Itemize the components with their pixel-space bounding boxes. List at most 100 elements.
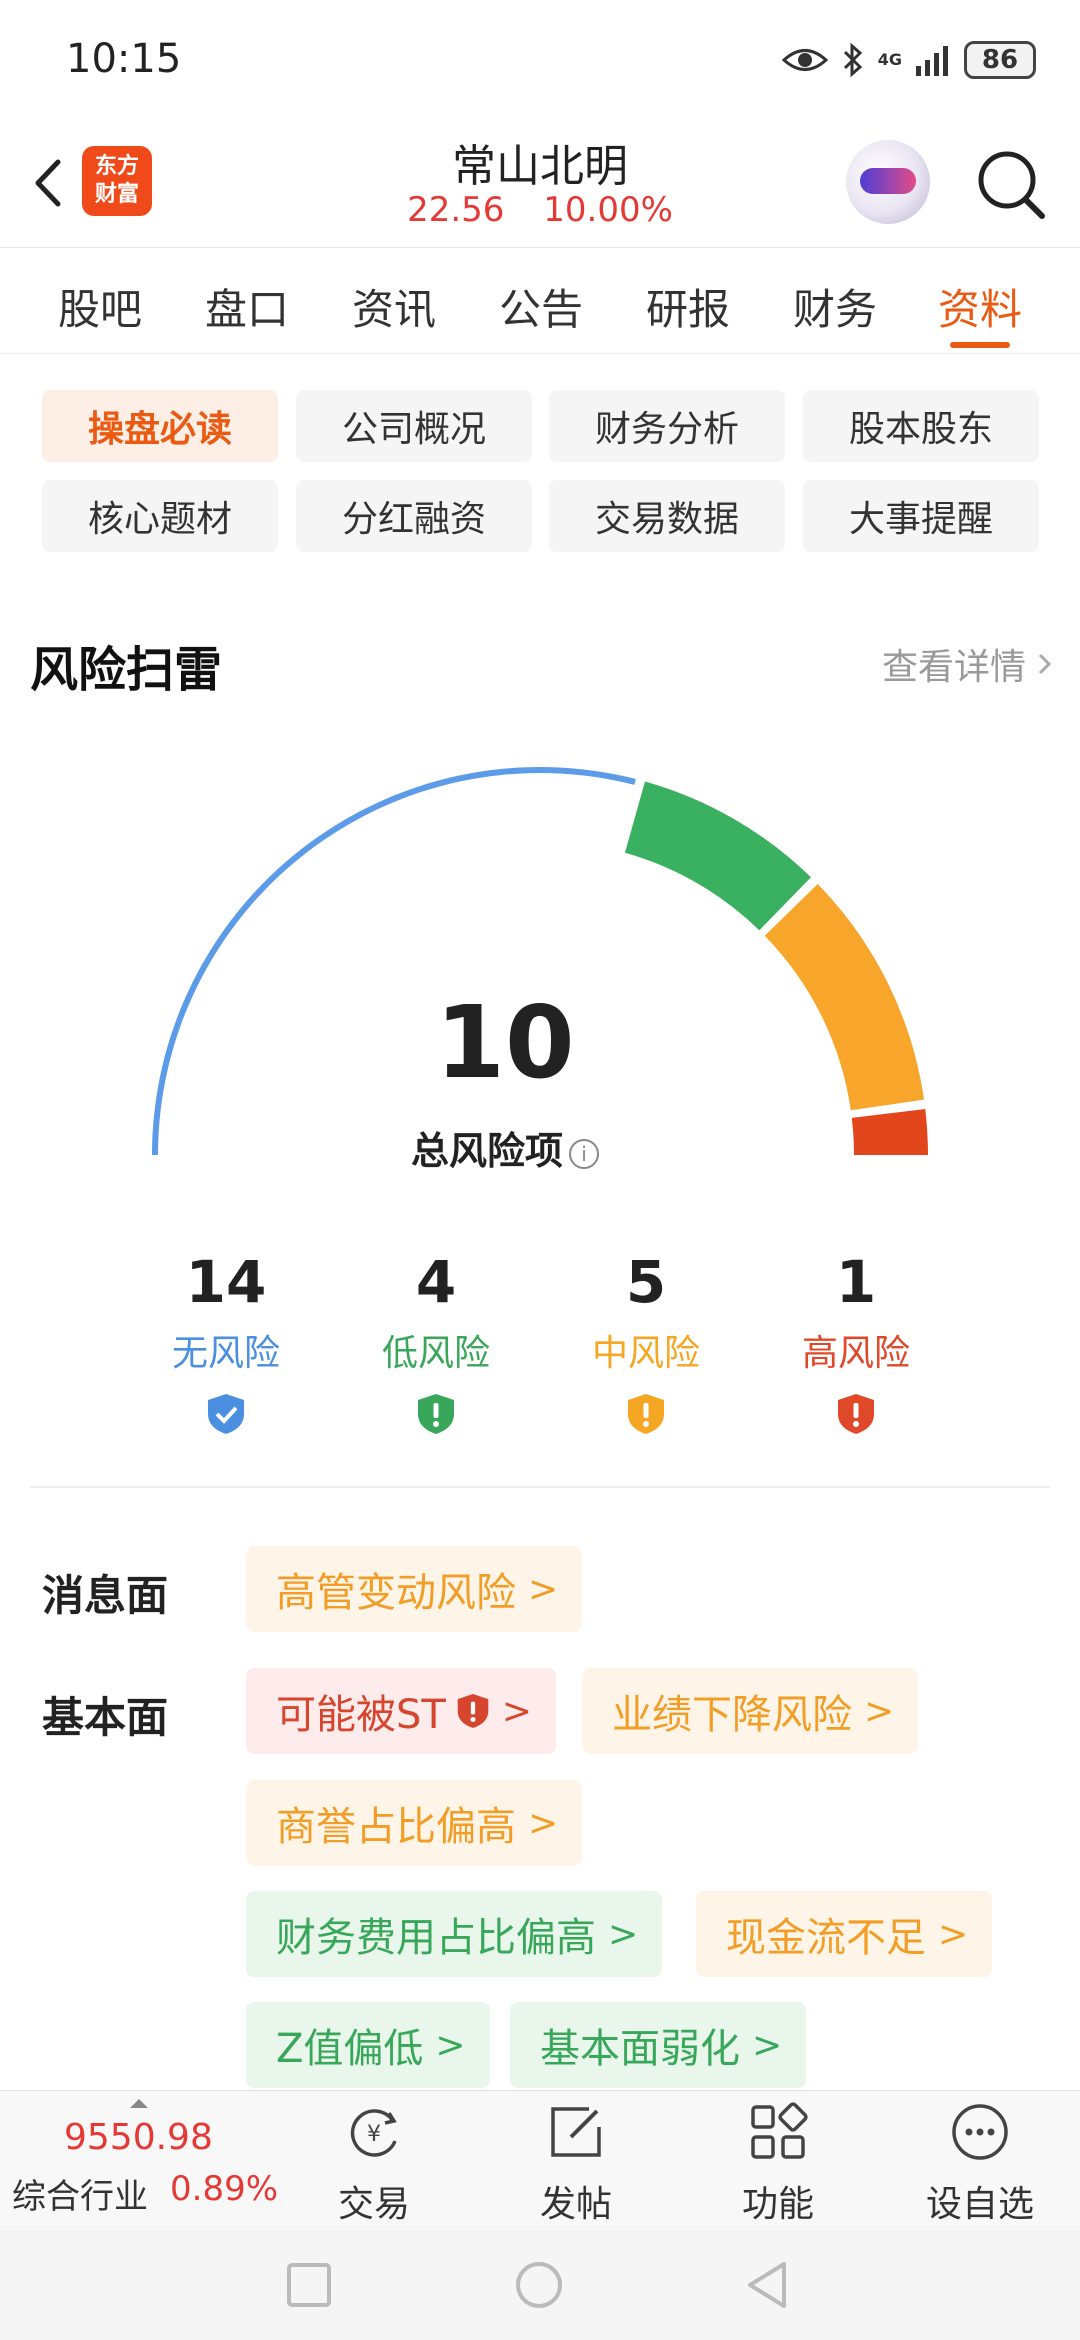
stat-no-risk-label: 无风险: [171, 1333, 280, 1374]
trade-yen-icon: ¥: [350, 2109, 397, 2157]
tab-pankou[interactable]: 盘口: [187, 276, 307, 337]
tag-may-be-st-text: 可能被ST: [276, 1692, 446, 1738]
chip-event-reminders[interactable]: 大事提醒: [803, 480, 1039, 552]
chevron-right-icon: >: [752, 2024, 783, 2066]
robot-visor-icon: [860, 168, 916, 194]
recents-icon[interactable]: [286, 2262, 332, 2308]
chip-company-overview[interactable]: 公司概况: [296, 390, 532, 462]
tag-executive-change-risk-text: 高管变动风险: [276, 1570, 516, 1616]
grid-apps-icon: [751, 2102, 808, 2159]
fundamentals-label: 基本面: [42, 1693, 169, 1742]
top-tab-bar: 股吧 盘口 资讯 公告 研报 财务 资料: [0, 248, 1080, 354]
stat-mid-risk-label: 中风险: [591, 1333, 700, 1374]
tag-earnings-decline-risk[interactable]: 业绩下降风险 >: [582, 1668, 919, 1754]
section-divider: [30, 1486, 1050, 1488]
tag-weak-fundamentals[interactable]: 基本面弱化 >: [510, 2002, 807, 2088]
functions-button[interactable]: 功能: [708, 2101, 848, 2227]
shield-alert-green-icon: [418, 1394, 454, 1434]
index-value[interactable]: 9550.98: [64, 2117, 213, 2158]
tag-may-be-st[interactable]: 可能被ST >: [246, 1668, 556, 1754]
view-details-label: 查看详情: [881, 647, 1026, 688]
battery-icon: 86: [964, 41, 1036, 79]
stock-header: 东方 财富 常山北明 22.56 10.00%: [0, 120, 1080, 248]
shield-alert-orange-icon: [628, 1394, 664, 1434]
stat-mid-risk[interactable]: 5 中风险: [546, 1248, 746, 1440]
tab-announcements[interactable]: 公告: [481, 276, 601, 337]
chevron-right-icon: >: [938, 1913, 969, 1955]
stat-no-risk[interactable]: 14 无风险: [126, 1248, 326, 1440]
tag-insufficient-cashflow-text: 现金流不足: [726, 1915, 926, 1961]
chip-core-themes[interactable]: 核心题材: [42, 480, 278, 552]
chip-shareholders[interactable]: 股本股东: [803, 390, 1039, 462]
stat-no-risk-count: 14: [185, 1248, 267, 1316]
gauge-segment-low: [624, 781, 811, 931]
more-dots-icon: [952, 2104, 1008, 2160]
expand-caret-icon[interactable]: [130, 2099, 148, 2108]
chevron-right-icon: >: [528, 1568, 559, 1610]
chip-trading-must-read[interactable]: 操盘必读: [42, 390, 278, 462]
stat-high-risk-count: 1: [835, 1248, 877, 1316]
view-details-link[interactable]: 查看详情: [882, 638, 1054, 690]
chevron-right-icon: [1038, 653, 1052, 675]
tab-research[interactable]: 研报: [628, 276, 748, 337]
news-aspect-label: 消息面: [42, 1571, 169, 1620]
trade-button[interactable]: ¥ 交易: [304, 2101, 444, 2227]
total-risk-count: 10: [435, 984, 575, 1101]
tag-high-financial-expense[interactable]: 财务费用占比偏高 >: [246, 1891, 663, 1977]
chevron-right-icon: >: [528, 1802, 559, 1844]
tag-insufficient-cashflow[interactable]: 现金流不足 >: [696, 1891, 993, 1977]
add-watchlist-button[interactable]: 设自选: [910, 2101, 1050, 2227]
edit-icon: [551, 2107, 601, 2157]
total-risk-label: 总风险项 i: [0, 1120, 1010, 1175]
network-type: 4G: [877, 50, 902, 69]
stock-price: 22.56: [407, 190, 505, 230]
back-nav-icon[interactable]: [744, 2260, 790, 2310]
index-change[interactable]: 0.89%: [170, 2169, 278, 2209]
stat-low-risk[interactable]: 4 低风险: [336, 1248, 536, 1440]
tab-guba[interactable]: 股吧: [40, 276, 160, 337]
info-icon[interactable]: i: [569, 1138, 599, 1169]
bottom-toolbar: 9550.98 综合行业 0.89% ¥ 交易 发帖 功能 设自选: [0, 2090, 1080, 2226]
eye-icon: [781, 49, 828, 71]
chip-trading-data[interactable]: 交易数据: [549, 480, 785, 552]
status-bar: 10:15 4G 86: [0, 0, 1080, 120]
tab-profile[interactable]: 资料: [920, 276, 1040, 337]
signal-icon: [916, 46, 948, 76]
shield-alert-red-icon: [457, 1694, 489, 1728]
tag-high-goodwill[interactable]: 商誉占比偏高 >: [246, 1780, 583, 1866]
add-watchlist-label: 设自选: [925, 2184, 1034, 2225]
status-time: 10:15: [66, 36, 182, 82]
tag-earnings-decline-risk-text: 业绩下降风险: [612, 1692, 852, 1738]
post-label: 发帖: [539, 2184, 612, 2225]
home-icon[interactable]: [514, 2260, 564, 2310]
shield-alert-red-icon: [838, 1394, 874, 1434]
chip-financial-analysis[interactable]: 财务分析: [549, 390, 785, 462]
tag-executive-change-risk[interactable]: 高管变动风险 >: [246, 1546, 583, 1632]
assistant-robot-avatar[interactable]: [846, 140, 930, 224]
stat-high-risk-label: 高风险: [801, 1333, 910, 1374]
stock-change-pct: 10.00%: [543, 190, 673, 230]
index-name[interactable]: 综合行业: [12, 2169, 148, 2218]
chevron-right-icon: >: [864, 1690, 895, 1732]
post-button[interactable]: 发帖: [506, 2101, 646, 2227]
trade-label: 交易: [337, 2184, 410, 2225]
stat-low-risk-label: 低风险: [381, 1333, 490, 1374]
tab-finance[interactable]: 财务: [775, 276, 895, 337]
chevron-right-icon: >: [435, 2024, 466, 2066]
chevron-right-icon: >: [608, 1913, 639, 1955]
tab-news[interactable]: 资讯: [334, 276, 454, 337]
battery-level: 86: [981, 45, 1019, 75]
chevron-right-icon: >: [501, 1690, 532, 1732]
stat-low-risk-count: 4: [415, 1248, 457, 1316]
stat-mid-risk-count: 5: [625, 1248, 667, 1316]
active-tab-indicator: [950, 342, 1010, 348]
bluetooth-icon: [843, 43, 862, 77]
stat-high-risk[interactable]: 1 高风险: [756, 1248, 956, 1440]
system-nav-bar: [0, 2226, 1080, 2340]
tag-weak-fundamentals-text: 基本面弱化: [540, 2026, 740, 2072]
chip-dividends-financing[interactable]: 分红融资: [296, 480, 532, 552]
svg-text:¥: ¥: [367, 2122, 381, 2147]
search-icon[interactable]: [972, 144, 1052, 224]
tag-low-z-score[interactable]: Z值偏低 >: [246, 2002, 490, 2088]
risk-scan-title: 风险扫雷: [30, 642, 223, 698]
